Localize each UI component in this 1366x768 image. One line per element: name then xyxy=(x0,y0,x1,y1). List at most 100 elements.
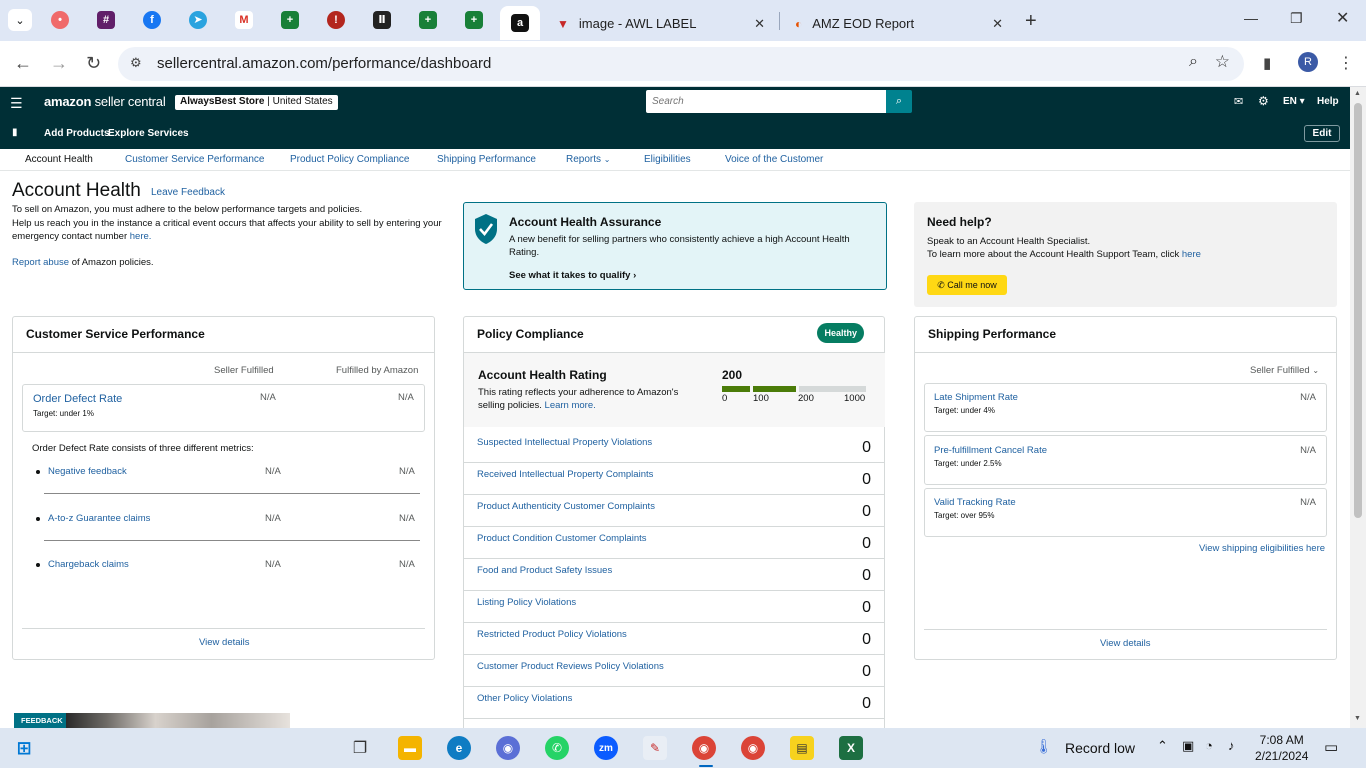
pinned-tab-sheets-icon-3[interactable]: + xyxy=(462,8,486,32)
zoom-icon[interactable]: ⌕ xyxy=(1189,53,1198,71)
fulfillment-filter-dropdown[interactable]: Seller Fulfilled ⌄ xyxy=(1250,365,1319,376)
file-explorer-icon[interactable]: ▬ xyxy=(398,736,422,760)
bookmark-star-icon[interactable]: ☆ xyxy=(1215,52,1230,72)
zoom-app-icon[interactable]: zm xyxy=(594,736,618,760)
policy-row-link[interactable]: Other Policy Violations xyxy=(477,693,572,704)
sticky-notes-icon[interactable]: ▤ xyxy=(790,736,814,760)
call-me-now-button[interactable]: ✆ Call me now xyxy=(927,275,1007,295)
tab-account-health[interactable]: Account Health xyxy=(25,154,93,165)
tab-shipping-performance[interactable]: Shipping Performance xyxy=(437,154,536,165)
site-settings-icon[interactable]: ⚙ xyxy=(130,55,142,71)
page-scrollbar[interactable]: ▲ ▼ xyxy=(1350,87,1366,728)
tab-customer-service-performance[interactable]: Customer Service Performance xyxy=(125,154,265,165)
valid-tracking-rate-link[interactable]: Valid Tracking Rate xyxy=(934,497,1016,508)
excel-icon[interactable]: X xyxy=(839,736,863,760)
chrome-icon-2[interactable]: ◉ xyxy=(741,736,765,760)
hamburger-menu-icon[interactable]: ☰ xyxy=(10,95,23,112)
shipping-view-details-link[interactable]: View details xyxy=(1100,638,1151,649)
pinned-tab-sheets-icon-2[interactable]: + xyxy=(416,8,440,32)
tab-amz-eod-report[interactable]: ◐ AMZ EOD Report ✕ xyxy=(783,6,1015,41)
seller-central-logo[interactable]: amazon seller central xyxy=(44,94,166,109)
pinned-tab-bars-icon[interactable]: Ⅱ xyxy=(370,8,394,32)
aha-qualify-link[interactable]: See what it takes to qualify › xyxy=(509,270,636,281)
feedback-tab[interactable]: FEEDBACK ✕ xyxy=(14,713,70,740)
side-panel-icon[interactable]: ▮ xyxy=(1263,54,1271,72)
policy-row-link[interactable]: Product Condition Customer Complaints xyxy=(477,533,647,544)
whatsapp-icon[interactable]: ✆ xyxy=(545,736,569,760)
restore-icon[interactable]: ❐ xyxy=(1290,10,1303,27)
order-defect-rate-link[interactable]: Order Defect Rate xyxy=(33,393,122,405)
search-input[interactable] xyxy=(646,90,886,113)
language-selector[interactable]: EN ▾ xyxy=(1283,96,1305,107)
policy-row-link[interactable]: Product Authenticity Customer Complaints xyxy=(477,501,655,512)
mail-icon[interactable]: ✉ xyxy=(1234,95,1243,108)
volume-icon[interactable]: ♪ xyxy=(1228,738,1235,753)
close-icon[interactable]: ✕ xyxy=(992,16,1003,32)
window-close-icon[interactable]: ✕ xyxy=(1336,8,1349,28)
policy-row-link[interactable]: Suspected Intellectual Property Violatio… xyxy=(477,437,652,448)
forward-icon[interactable]: → xyxy=(50,53,68,74)
help-link[interactable]: Help xyxy=(1317,96,1339,107)
pinned-tab-slack-icon[interactable]: # xyxy=(94,8,118,32)
policy-row-link[interactable]: Food and Product Safety Issues xyxy=(477,565,612,576)
network-icon[interactable]: ◔ xyxy=(1205,738,1213,753)
shipping-eligibilities-link[interactable]: View shipping eligibilities here xyxy=(1199,543,1325,554)
tab-voice-of-the-customer[interactable]: Voice of the Customer xyxy=(725,154,823,165)
explore-services-link[interactable]: Explore Services xyxy=(108,128,189,139)
pinned-tab-red-app-icon[interactable]: ! xyxy=(324,8,348,32)
late-shipment-rate-link[interactable]: Late Shipment Rate xyxy=(934,392,1018,403)
policy-row-link[interactable]: Received Intellectual Property Complaint… xyxy=(477,469,653,480)
tab-eligibilities[interactable]: Eligibilities xyxy=(644,154,691,165)
active-tab-amazon-icon[interactable]: a xyxy=(500,6,540,40)
pinned-tab-telegram-icon[interactable]: ➤ xyxy=(186,8,210,32)
windows-start-icon[interactable]: ⊞ xyxy=(12,736,36,760)
search-button[interactable]: ⌕ xyxy=(886,90,912,113)
negative-feedback-link[interactable]: Negative feedback xyxy=(48,466,127,477)
gear-icon[interactable]: ⚙ xyxy=(1258,94,1269,108)
tab-product-policy-compliance[interactable]: Product Policy Compliance xyxy=(290,154,410,165)
policy-row-link[interactable]: Customer Product Reviews Policy Violatio… xyxy=(477,661,664,672)
url-text[interactable]: sellercentral.amazon.com/performance/das… xyxy=(157,55,491,72)
a-to-z-claims-link[interactable]: A-to-z Guarantee claims xyxy=(48,513,150,524)
emergency-contact-link[interactable]: here. xyxy=(130,231,152,242)
pinned-tab-gmail-icon[interactable]: M xyxy=(232,8,256,32)
browser-menu-icon[interactable]: ⋮ xyxy=(1338,53,1354,73)
system-clock[interactable]: 7:08 AM 2/21/2024 xyxy=(1255,732,1308,764)
chevron-up-icon[interactable]: ⌃ xyxy=(1157,738,1168,754)
scrollbar-thumb[interactable] xyxy=(1354,103,1362,518)
report-abuse-link[interactable]: Report abuse xyxy=(12,257,69,268)
ahr-learn-more-link[interactable]: Learn more. xyxy=(545,400,596,411)
tab-reports[interactable]: Reports ⌄ xyxy=(566,154,611,165)
scroll-up-icon[interactable]: ▲ xyxy=(1354,90,1361,97)
edit-button[interactable]: Edit xyxy=(1304,125,1340,142)
profile-avatar[interactable]: R xyxy=(1298,52,1318,72)
pinned-tab-facebook-icon[interactable]: f xyxy=(140,8,164,32)
weather-text[interactable]: Record low xyxy=(1065,740,1135,756)
chrome-icon[interactable]: ◉ xyxy=(692,736,716,760)
tab-search-button[interactable]: ⌄ xyxy=(8,9,32,31)
paint-icon[interactable]: ✎ xyxy=(643,736,667,760)
csp-view-details-link[interactable]: View details xyxy=(199,637,250,648)
close-icon[interactable]: ✕ xyxy=(754,16,765,32)
policy-row-link[interactable]: Listing Policy Violations xyxy=(477,597,576,608)
edge-icon[interactable]: e xyxy=(447,736,471,760)
store-selector[interactable]: AlwaysBest Store | United States xyxy=(175,95,338,110)
reload-icon[interactable]: ↻ xyxy=(86,53,101,74)
scroll-down-icon[interactable]: ▼ xyxy=(1354,715,1361,722)
meet-icon[interactable]: ▣ xyxy=(1182,738,1194,754)
new-tab-button[interactable]: + xyxy=(1025,10,1037,33)
pre-fulfillment-cancel-rate-link[interactable]: Pre-fulfillment Cancel Rate xyxy=(934,445,1047,456)
back-icon[interactable]: ← xyxy=(14,53,32,74)
minimize-icon[interactable]: — xyxy=(1244,10,1258,26)
bookmark-icon[interactable]: ▮ xyxy=(12,127,18,138)
chargeback-claims-link[interactable]: Chargeback claims xyxy=(48,559,129,570)
add-products-link[interactable]: Add Products xyxy=(44,128,110,139)
notification-icon[interactable]: ▭ xyxy=(1324,738,1338,756)
omnibox[interactable]: ⚙ sellercentral.amazon.com/performance/d… xyxy=(118,47,1244,81)
pinned-tab-asana-icon[interactable]: • xyxy=(48,8,72,32)
task-view-icon[interactable]: ❐ xyxy=(348,736,372,760)
leave-feedback-link[interactable]: Leave Feedback xyxy=(151,187,225,198)
policy-row-link[interactable]: Restricted Product Policy Violations xyxy=(477,629,627,640)
chrome-profile-icon[interactable]: ◉ xyxy=(496,736,520,760)
help-support-link[interactable]: here xyxy=(1182,249,1201,260)
